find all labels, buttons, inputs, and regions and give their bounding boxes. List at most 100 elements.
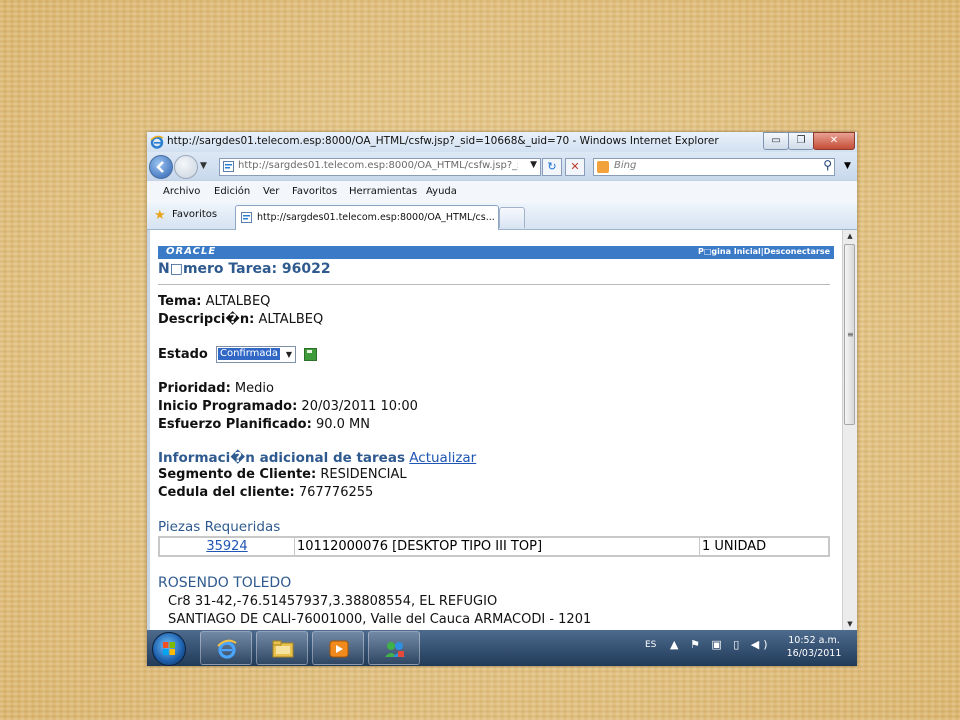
menu-ver[interactable]: Ver [263,186,279,197]
scroll-down-icon[interactable]: ▼ [843,618,857,630]
menu-edicion[interactable]: Edición [214,186,250,197]
language-indicator[interactable]: ES [645,640,656,650]
scroll-grip-icon: ≡ [847,330,854,339]
restore-icon: ❐ [796,135,806,146]
search-placeholder: Bing [614,160,637,171]
task-heading: N□mero Tarea: 96022 [158,261,331,277]
info-heading: Informaci�n adicional de tareas [158,450,405,466]
oracle-header-bar: ORACLE P□gina Inicial|Desconectarse [158,246,834,259]
menu-herramientas[interactable]: Herramientas [349,186,417,197]
divider [158,284,830,285]
windows-logo-icon [163,642,175,655]
descripcion-row: Descripci�n: ALTALBEQ [158,312,323,327]
select-chevron-down-icon: ▼ [285,350,293,359]
internet-explorer-icon [217,639,237,659]
minimize-icon: ▭ [771,135,781,146]
menu-bar: Archivo Edición Ver Favoritos Herramient… [147,180,857,204]
oracle-logo: ORACLE [166,246,217,257]
taskbar-people-button[interactable] [368,631,420,665]
system-tray-icons[interactable]: ▲ ⚑ ▣ ▯ ◀) [670,638,772,651]
navigation-bar: ▼ http://sargdes01.telecom.esp:8000/OA_H… [147,152,857,180]
history-dropdown-icon[interactable]: ▼ [200,161,207,171]
tab-label: http://sargdes01.telecom.esp:8000/OA_HTM… [257,212,495,223]
bing-icon [597,161,609,173]
browser-tab[interactable]: http://sargdes01.telecom.esp:8000/OA_HTM… [235,205,499,230]
save-icon[interactable] [304,348,318,361]
actualizar-link[interactable]: Actualizar [409,450,476,466]
address-bar[interactable]: http://sargdes01.telecom.esp:8000/OA_HTM… [219,158,541,176]
prioridad-value: Medio [234,381,274,396]
clock-date: 16/03/2011 [786,648,842,659]
tema-value: ALTALBEQ [205,294,271,309]
esfuerzo-value: 90.0 MN [315,417,370,432]
segmento-label: Segmento de Cliente: [158,467,317,482]
prioridad-label: Prioridad: [158,381,231,396]
scroll-up-icon[interactable]: ▲ [843,230,857,242]
info-section-heading: Informaci�n adicional de tareas Actualiz… [158,450,476,466]
inicio-row: Inicio Programado: 20/03/2011 10:00 [158,399,418,414]
table-row: 35924 10112000076 [DESKTOP TIPO III TOP]… [158,536,830,557]
back-arrow-icon [156,161,164,173]
segmento-value: RESIDENCIAL [320,467,407,482]
page-favicon-icon [223,161,234,172]
customer-name: ROSENDO TOLEDO [158,575,292,591]
favorites-bar: ★ Favoritos http://sargdes01.telecom.esp… [147,203,857,230]
address-line-2: SANTIAGO DE CALI-76001000, Valle del Cau… [168,612,592,627]
inicio-label: Inicio Programado: [158,399,298,414]
favorites-star-icon[interactable]: ★ [154,208,166,223]
estado-row: Estado Confirmada ▼ [158,346,318,363]
header-links[interactable]: P□gina Inicial|Desconectarse [698,247,830,256]
favorites-button[interactable]: Favoritos [172,209,217,220]
tema-label: Tema: [158,294,202,309]
close-button[interactable]: ✕ [813,132,855,150]
menu-ayuda[interactable]: Ayuda [426,186,457,197]
ie-window: http://sargdes01.telecom.esp:8000/OA_HTM… [147,132,857,666]
taskbar-media-player-button[interactable] [312,631,364,665]
prioridad-row: Prioridad: Medio [158,381,274,396]
estado-label: Estado [158,347,208,362]
menu-archivo[interactable]: Archivo [163,186,200,197]
address-dropdown-icon[interactable]: ▼ [530,160,537,170]
tema-row: Tema: ALTALBEQ [158,294,270,309]
vertical-scrollbar[interactable]: ▲ ≡ ▼ [842,230,857,630]
pieza-code-cell: 35924 [158,536,295,557]
back-button[interactable] [149,155,173,179]
refresh-button[interactable]: ↻ [542,158,562,176]
piezas-table: 35924 10112000076 [DESKTOP TIPO III TOP]… [158,536,830,557]
pieza-code-link[interactable]: 35924 [206,539,247,554]
forward-button[interactable] [174,155,198,179]
estado-select[interactable]: Confirmada ▼ [215,346,296,363]
page-content: ORACLE P□gina Inicial|Desconectarse N□me… [147,230,857,630]
refresh-icon: ↻ [547,160,557,173]
media-player-icon [329,640,349,658]
search-icon[interactable]: ⚲ [823,158,832,172]
cedula-row: Cedula del cliente: 767776255 [158,485,373,500]
menu-favoritos[interactable]: Favoritos [292,186,337,197]
piezas-heading: Piezas Requeridas [158,519,281,535]
tab-favicon-icon [241,212,252,223]
start-button[interactable] [152,632,186,666]
taskbar-explorer-button[interactable] [256,631,308,665]
stop-icon: ✕ [570,160,580,173]
search-box[interactable]: Bing ⚲ [593,158,835,176]
minimize-button[interactable]: ▭ [763,132,789,150]
pieza-quantity-cell: 1 UNIDAD [699,536,830,557]
taskbar-ie-button[interactable] [200,631,252,665]
people-icon [385,642,405,657]
esfuerzo-row: Esfuerzo Planificado: 90.0 MN [158,417,370,432]
cedula-label: Cedula del cliente: [158,485,295,500]
pieza-description-cell: 10112000076 [DESKTOP TIPO III TOP] [294,536,700,557]
clock[interactable]: 10:52 a.m. 16/03/2011 [779,634,849,660]
window-title: http://sargdes01.telecom.esp:8000/OA_HTM… [167,135,719,147]
esfuerzo-label: Esfuerzo Planificado: [158,417,312,432]
search-dropdown-icon[interactable]: ▼ [844,161,851,171]
ie-logo-icon [150,135,164,149]
cedula-value: 767776255 [298,485,374,500]
address-url: http://sargdes01.telecom.esp:8000/OA_HTM… [238,160,518,171]
descripcion-value: ALTALBEQ [258,312,324,327]
stop-button[interactable]: ✕ [565,158,585,176]
new-tab-button[interactable] [499,207,525,228]
address-line-1: Cr8 31-42,-76.51457937,3.38808554, EL RE… [168,594,498,609]
restore-button[interactable]: ❐ [788,132,814,150]
descripcion-label: Descripci�n: [158,312,255,327]
